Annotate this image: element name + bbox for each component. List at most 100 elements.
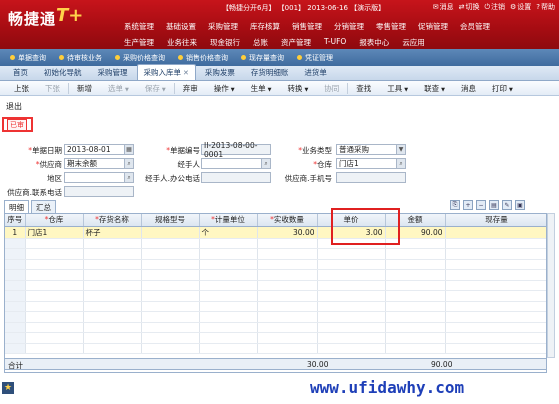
- search-icon[interactable]: ⌕: [124, 159, 133, 168]
- cell-item-name[interactable]: 杯子: [83, 226, 142, 239]
- empty-cell[interactable]: [257, 259, 318, 270]
- empty-cell[interactable]: [141, 280, 200, 291]
- empty-cell[interactable]: [25, 322, 84, 333]
- header-tool-switch[interactable]: ⇄ 切换: [459, 2, 480, 12]
- tab-summary[interactable]: 汇总: [31, 200, 56, 214]
- favorite-star-icon[interactable]: ★: [2, 382, 14, 394]
- menu-distribution[interactable]: 分销管理: [334, 21, 364, 32]
- table-row[interactable]: [5, 248, 546, 260]
- batch-edit-icon[interactable]: ✎: [502, 200, 512, 210]
- date-field[interactable]: 2013-08-01 ▦: [64, 144, 134, 155]
- tab-purchase-order[interactable]: 进货单: [297, 64, 334, 80]
- empty-cell[interactable]: [445, 301, 546, 312]
- empty-cell[interactable]: [257, 269, 318, 281]
- empty-cell[interactable]: [199, 290, 258, 302]
- empty-cell[interactable]: [199, 248, 258, 260]
- empty-cell[interactable]: [25, 238, 84, 249]
- menu-cash-bank[interactable]: 现金银行: [210, 37, 240, 48]
- message-button[interactable]: 消息: [453, 83, 484, 94]
- biz-type-select[interactable]: 普通采购 ▼: [336, 144, 406, 155]
- table-row[interactable]: [5, 269, 546, 281]
- tab-purchase-invoice[interactable]: 采购发票: [198, 64, 242, 80]
- empty-cell[interactable]: [199, 301, 258, 312]
- empty-cell[interactable]: [257, 301, 318, 312]
- header-tool-settings[interactable]: ⚙ 设置: [510, 2, 531, 12]
- menu-inventory[interactable]: 库存核算: [250, 21, 280, 32]
- empty-cell[interactable]: [317, 343, 386, 354]
- quick-link-sales-price[interactable]: 销售价格查询: [174, 53, 232, 63]
- empty-cell[interactable]: [317, 280, 386, 291]
- empty-cell[interactable]: [199, 238, 258, 249]
- quick-link-doc-query[interactable]: 单据查询: [6, 53, 50, 63]
- doc-no-field[interactable]: II-2013-08-00-0001: [201, 141, 271, 159]
- prev-button[interactable]: 上张: [6, 83, 37, 94]
- empty-cell[interactable]: [141, 269, 200, 281]
- generate-button[interactable]: 生单 ▼: [243, 83, 280, 94]
- empty-cell[interactable]: [385, 301, 446, 312]
- select-doc-button[interactable]: 选单 ▼: [100, 83, 137, 94]
- empty-cell[interactable]: [257, 238, 318, 249]
- table-row[interactable]: [5, 238, 546, 249]
- next-button[interactable]: 下张: [37, 82, 69, 94]
- col-item-name[interactable]: *存货名称: [83, 214, 142, 227]
- supplier-mobile-field[interactable]: [336, 172, 406, 183]
- supplier-tel-field[interactable]: [64, 186, 134, 197]
- operate-button[interactable]: 操作 ▼: [206, 83, 243, 94]
- empty-cell[interactable]: [317, 269, 386, 281]
- col-warehouse[interactable]: *仓库: [25, 214, 84, 227]
- header-tool-message[interactable]: ✉ 消息: [433, 2, 454, 12]
- search-icon[interactable]: ⌕: [396, 159, 405, 168]
- empty-cell[interactable]: [317, 322, 386, 333]
- warehouse-field[interactable]: 门店1 ⌕: [336, 158, 406, 169]
- table-row[interactable]: [5, 311, 546, 323]
- table-row[interactable]: [5, 280, 546, 291]
- empty-cell[interactable]: [25, 248, 84, 260]
- handler-phone-field[interactable]: [201, 172, 271, 183]
- empty-cell[interactable]: [385, 269, 446, 281]
- save-layout-icon[interactable]: ▣: [515, 200, 525, 210]
- empty-cell[interactable]: [199, 259, 258, 270]
- quick-link-purchase-price[interactable]: 采购价格查询: [111, 53, 169, 63]
- empty-cell[interactable]: [257, 280, 318, 291]
- empty-cell[interactable]: [25, 301, 84, 312]
- empty-cell[interactable]: [257, 343, 318, 354]
- empty-cell[interactable]: [199, 311, 258, 323]
- menu-retail[interactable]: 零售管理: [376, 21, 406, 32]
- empty-cell[interactable]: [83, 259, 142, 270]
- quick-link-pending-audit[interactable]: 待审核业务: [55, 53, 106, 63]
- empty-cell[interactable]: [257, 248, 318, 260]
- link-query-button[interactable]: 联查 ▼: [416, 83, 453, 94]
- header-tool-help[interactable]: ? 帮助: [536, 2, 555, 12]
- empty-cell[interactable]: [199, 322, 258, 333]
- empty-cell[interactable]: [141, 322, 200, 333]
- table-row[interactable]: [5, 301, 546, 312]
- empty-cell[interactable]: [141, 290, 200, 302]
- empty-cell[interactable]: [445, 269, 546, 281]
- region-field[interactable]: ⌕: [64, 172, 134, 183]
- empty-cell[interactable]: [141, 238, 200, 249]
- empty-cell[interactable]: [83, 311, 142, 323]
- empty-cell[interactable]: [199, 280, 258, 291]
- menu-sales[interactable]: 销售管理: [292, 21, 322, 32]
- empty-cell[interactable]: [83, 322, 142, 333]
- empty-cell[interactable]: [257, 322, 318, 333]
- empty-cell[interactable]: [83, 280, 142, 291]
- empty-cell[interactable]: [83, 332, 142, 344]
- menu-promotion[interactable]: 促销管理: [418, 21, 448, 32]
- empty-cell[interactable]: [141, 301, 200, 312]
- handler-field[interactable]: ⌕: [201, 158, 271, 169]
- empty-cell[interactable]: [385, 311, 446, 323]
- empty-cell[interactable]: [83, 343, 142, 354]
- empty-cell[interactable]: [25, 259, 84, 270]
- empty-cell[interactable]: [83, 248, 142, 260]
- empty-cell[interactable]: [257, 290, 318, 302]
- search-icon[interactable]: ⌕: [261, 159, 270, 168]
- empty-cell[interactable]: [141, 248, 200, 260]
- tab-purchase-receipt[interactable]: 采购入库单 ✕: [136, 64, 196, 80]
- empty-cell[interactable]: [385, 290, 446, 302]
- empty-cell[interactable]: [385, 332, 446, 344]
- cell-spec[interactable]: [141, 226, 200, 239]
- tab-purchase-mgmt[interactable]: 采购管理: [91, 64, 135, 80]
- empty-cell[interactable]: [445, 322, 546, 333]
- menu-purchase[interactable]: 采购管理: [208, 21, 238, 32]
